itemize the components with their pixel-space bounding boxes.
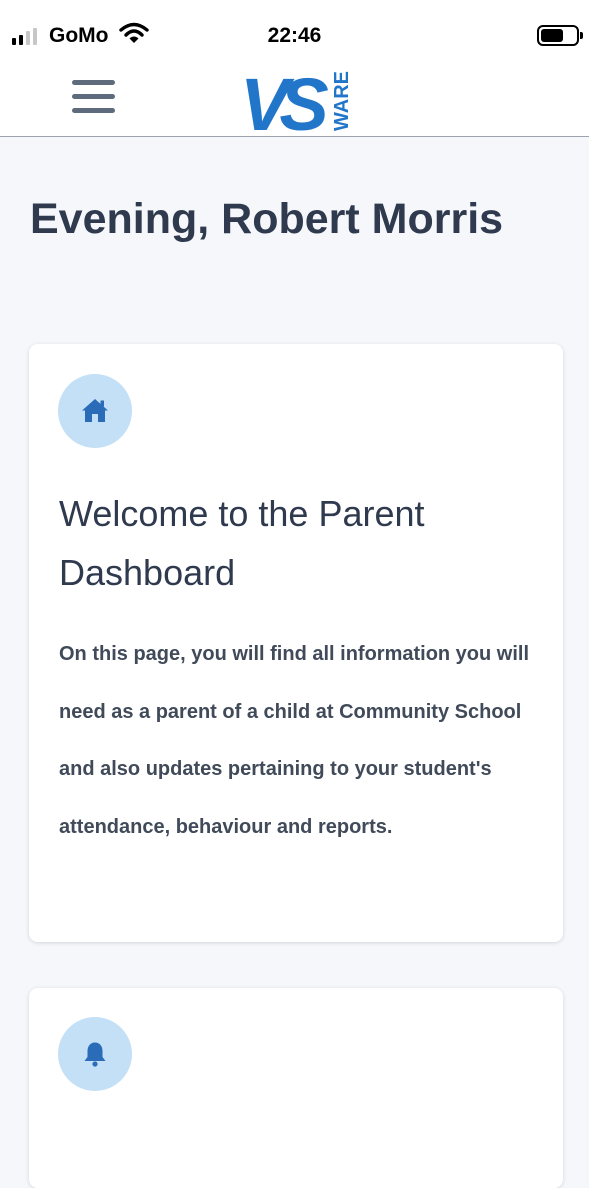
hamburger-menu-icon[interactable] bbox=[72, 80, 116, 114]
vsware-logo: VS WARE bbox=[238, 58, 358, 146]
battery-icon bbox=[537, 25, 583, 46]
welcome-card: Welcome to the Parent Dashboard On this … bbox=[29, 344, 563, 942]
logo-letters: VS bbox=[240, 63, 328, 136]
clock: 22:46 bbox=[267, 24, 322, 47]
bell-icon bbox=[58, 1017, 132, 1091]
greeting-heading: Evening, Robert Morris bbox=[30, 195, 504, 243]
logo-side-text: WARE bbox=[331, 71, 353, 131]
card-title: Welcome to the Parent Dashboard bbox=[59, 493, 425, 593]
app-header: VS WARE bbox=[0, 58, 589, 146]
card-body: On this page, you will find all informat… bbox=[59, 643, 530, 838]
status-bar: GoMo 22:46 bbox=[0, 0, 589, 58]
home-icon bbox=[58, 374, 132, 448]
notifications-card bbox=[29, 988, 563, 1188]
